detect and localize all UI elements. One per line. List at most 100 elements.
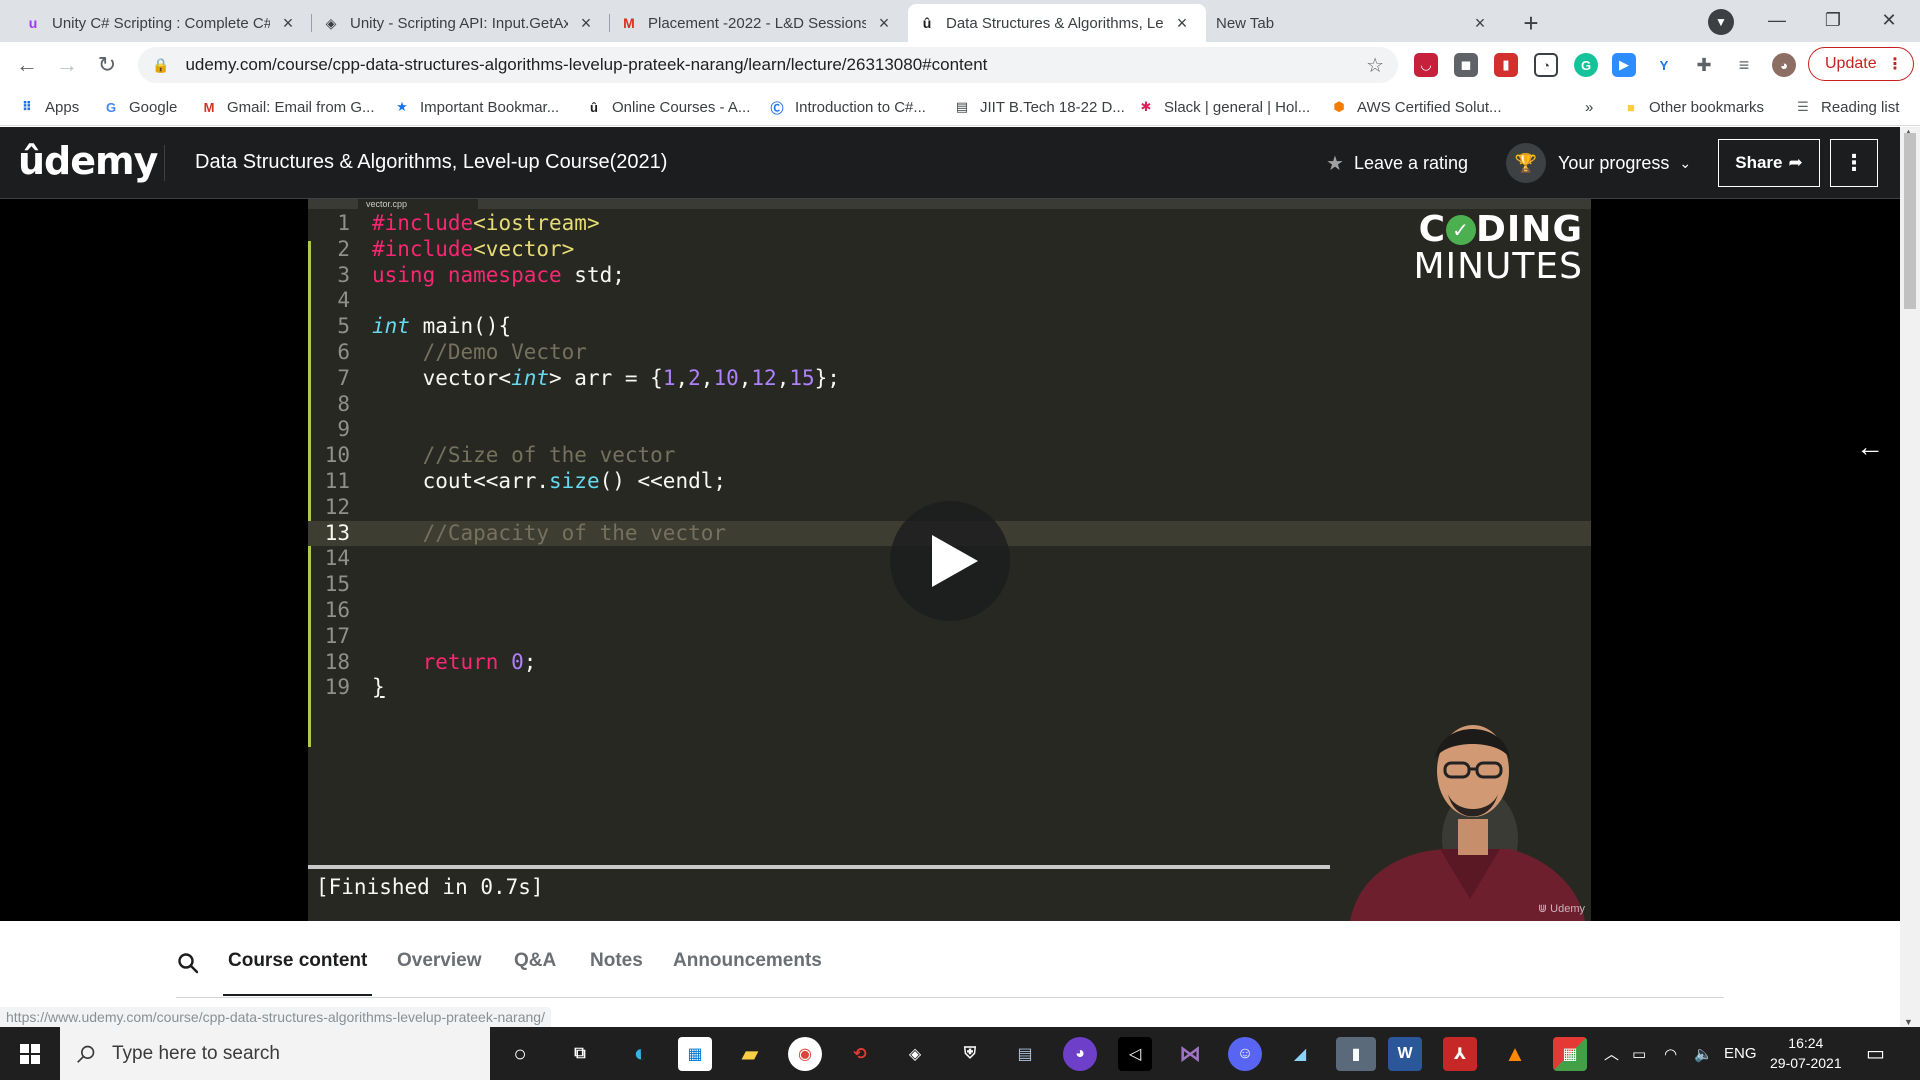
close-icon[interactable]: ×: [278, 13, 298, 33]
browser-tab[interactable]: New Tab ×: [1206, 4, 1504, 42]
tab-overview[interactable]: Overview: [397, 950, 482, 972]
your-progress-button[interactable]: 🏆 Your progress ⌄: [1506, 143, 1691, 183]
address-bar[interactable]: 🔒 udemy.com/course/cpp-data-structures-a…: [138, 47, 1398, 83]
bookmarks-overflow-icon[interactable]: »: [1585, 96, 1593, 118]
app-icon[interactable]: ⟲: [843, 1037, 877, 1071]
play-button[interactable]: [890, 501, 1010, 621]
notification-icon[interactable]: ▭: [1866, 1027, 1885, 1080]
battery-icon[interactable]: ▭: [1632, 1027, 1646, 1080]
back-icon[interactable]: ←: [12, 50, 42, 80]
taskbar-search-box[interactable]: Type here to search: [60, 1027, 490, 1080]
tab-course-content[interactable]: Course content: [228, 950, 367, 972]
close-icon[interactable]: ×: [1172, 13, 1192, 33]
close-window-icon[interactable]: ✕: [1866, 0, 1912, 40]
bookmark-apps[interactable]: ⠿ Apps: [18, 96, 79, 118]
extension-icon[interactable]: ◼: [1454, 53, 1478, 77]
update-button[interactable]: Update ⋮: [1808, 47, 1914, 81]
tab-announcements[interactable]: Announcements: [673, 950, 822, 972]
bookmark-online-courses[interactable]: û Online Courses - A...: [585, 96, 750, 118]
forward-icon[interactable]: →: [52, 50, 82, 80]
star-icon: ★: [1326, 153, 1344, 175]
udemy-logo[interactable]: ûdemy: [18, 139, 158, 183]
divider: [164, 145, 165, 181]
new-tab-button[interactable]: +: [1514, 6, 1548, 40]
acrobat-icon[interactable]: ⅄: [1443, 1037, 1477, 1071]
media-control-icon[interactable]: ≡: [1732, 53, 1756, 77]
video-frame[interactable]: vector.cpp 1 #include<iostream> 2 #include…: [308, 199, 1591, 921]
bookmark-star-icon[interactable]: ☆: [1366, 53, 1384, 78]
extension-icon[interactable]: ▮: [1494, 53, 1518, 77]
close-icon[interactable]: ×: [1470, 13, 1490, 33]
bookmark-gmail[interactable]: M Gmail: Email from G...: [200, 96, 375, 118]
github-icon[interactable]: ◕: [1063, 1037, 1097, 1071]
tab-qa[interactable]: Q&A: [514, 950, 556, 972]
chrome-icon[interactable]: ◉: [788, 1037, 822, 1071]
store-icon[interactable]: ▦: [678, 1037, 712, 1071]
edge-icon[interactable]: ◐: [624, 1037, 658, 1071]
zoom-icon[interactable]: ▶: [1612, 53, 1636, 77]
active-app-icon[interactable]: ▮: [1336, 1037, 1376, 1071]
unity-icon[interactable]: ◈: [898, 1037, 932, 1071]
extensions-puzzle-icon[interactable]: ✚: [1692, 53, 1716, 77]
course-title[interactable]: Data Structures & Algorithms, Level-up C…: [195, 151, 667, 174]
video-player[interactable]: vector.cpp 1 #include<iostream> 2 #include…: [0, 199, 1900, 921]
app-icon[interactable]: ▤: [1008, 1037, 1042, 1071]
file-explorer-icon[interactable]: ▰: [733, 1037, 767, 1071]
bookmark-other[interactable]: ■ Other bookmarks: [1622, 96, 1764, 118]
browser-tab-active[interactable]: û Data Structures & Algorithms, Le ×: [908, 4, 1206, 42]
task-view-icon[interactable]: ⧉: [563, 1037, 597, 1071]
taskbar-search-placeholder: Type here to search: [112, 1042, 280, 1064]
bookmark-aws[interactable]: ⬢ AWS Certified Solut...: [1330, 96, 1501, 118]
app-icon[interactable]: ▦: [1553, 1037, 1587, 1071]
leave-rating-button[interactable]: ★ Leave a rating: [1326, 151, 1468, 176]
udemy-icon: û: [590, 99, 598, 115]
udemy-icon: u: [28, 15, 38, 31]
bookmark-intro-csharp[interactable]: Ⓒ Introduction to C#...: [768, 96, 925, 118]
reload-icon[interactable]: ↻: [92, 50, 122, 80]
bookmark-jiit[interactable]: ▤ JIIT B.Tech 18-22 D...: [953, 96, 1125, 118]
language-indicator[interactable]: ENG: [1724, 1027, 1757, 1080]
browser-tab[interactable]: ◈ Unity - Scripting API: Input.GetAx ×: [312, 4, 610, 42]
more-options-icon[interactable]: ⋮: [1830, 139, 1878, 187]
vlc-icon[interactable]: ▲: [1498, 1037, 1532, 1071]
unity-hub-icon[interactable]: ◁: [1118, 1037, 1152, 1071]
profile-avatar[interactable]: ◕: [1772, 53, 1796, 77]
app-icon[interactable]: ◢: [1283, 1037, 1317, 1071]
tab-search-icon[interactable]: ▼: [1708, 9, 1734, 35]
minimize-icon[interactable]: —: [1754, 0, 1800, 40]
tray-chevron-icon[interactable]: ︿: [1604, 1027, 1619, 1080]
bookmark-slack[interactable]: ✱ Slack | general | Hol...: [1137, 96, 1311, 118]
word-icon[interactable]: W: [1388, 1037, 1422, 1071]
reading-list[interactable]: ☰ Reading list: [1794, 96, 1899, 118]
tab-notes[interactable]: Notes: [590, 950, 643, 972]
taskbar-clock[interactable]: 16:24 29-07-2021: [1770, 1033, 1842, 1073]
code-line: 1 #include<iostream>: [337, 211, 600, 235]
scrollbar-thumb[interactable]: [1904, 133, 1916, 309]
grammarly-icon[interactable]: G: [1574, 53, 1598, 77]
volume-icon[interactable]: 🔈: [1694, 1027, 1713, 1080]
visual-studio-icon[interactable]: ⋈: [1173, 1037, 1207, 1071]
restore-icon[interactable]: ❐: [1810, 0, 1856, 40]
browser-tab[interactable]: u Unity C# Scripting : Complete C# ×: [14, 4, 312, 42]
wifi-icon[interactable]: ◠: [1664, 1027, 1677, 1080]
close-icon[interactable]: ×: [874, 13, 894, 33]
extension-icon[interactable]: ◔: [1534, 53, 1558, 77]
share-button[interactable]: Share ➦: [1718, 139, 1820, 187]
clock-time: 16:24: [1788, 1035, 1824, 1051]
page-scrollbar[interactable]: ▲ ▼: [1900, 127, 1920, 1027]
bookmark-important[interactable]: ★ Important Bookmar...: [393, 96, 559, 118]
windows-start-icon[interactable]: [0, 1027, 60, 1080]
cortana-icon[interactable]: ○: [503, 1037, 537, 1071]
close-icon[interactable]: ×: [576, 13, 596, 33]
extension-icon[interactable]: Y: [1652, 53, 1676, 77]
discord-icon[interactable]: ☺: [1228, 1037, 1262, 1071]
security-shield-icon[interactable]: ⛨: [953, 1037, 987, 1071]
pocket-extension-icon[interactable]: ◡: [1414, 53, 1438, 77]
browser-tab[interactable]: M Placement -2022 - L&D Sessions ×: [610, 4, 908, 42]
bookmark-google[interactable]: G Google: [102, 96, 177, 118]
search-icon[interactable]: [176, 951, 200, 975]
expand-sidebar-arrow-icon[interactable]: ←: [1856, 431, 1884, 463]
scroll-down-icon[interactable]: ▼: [1904, 1017, 1913, 1027]
code-line: 6 //Demo Vector: [337, 339, 587, 364]
code-line: 12: [324, 494, 350, 519]
